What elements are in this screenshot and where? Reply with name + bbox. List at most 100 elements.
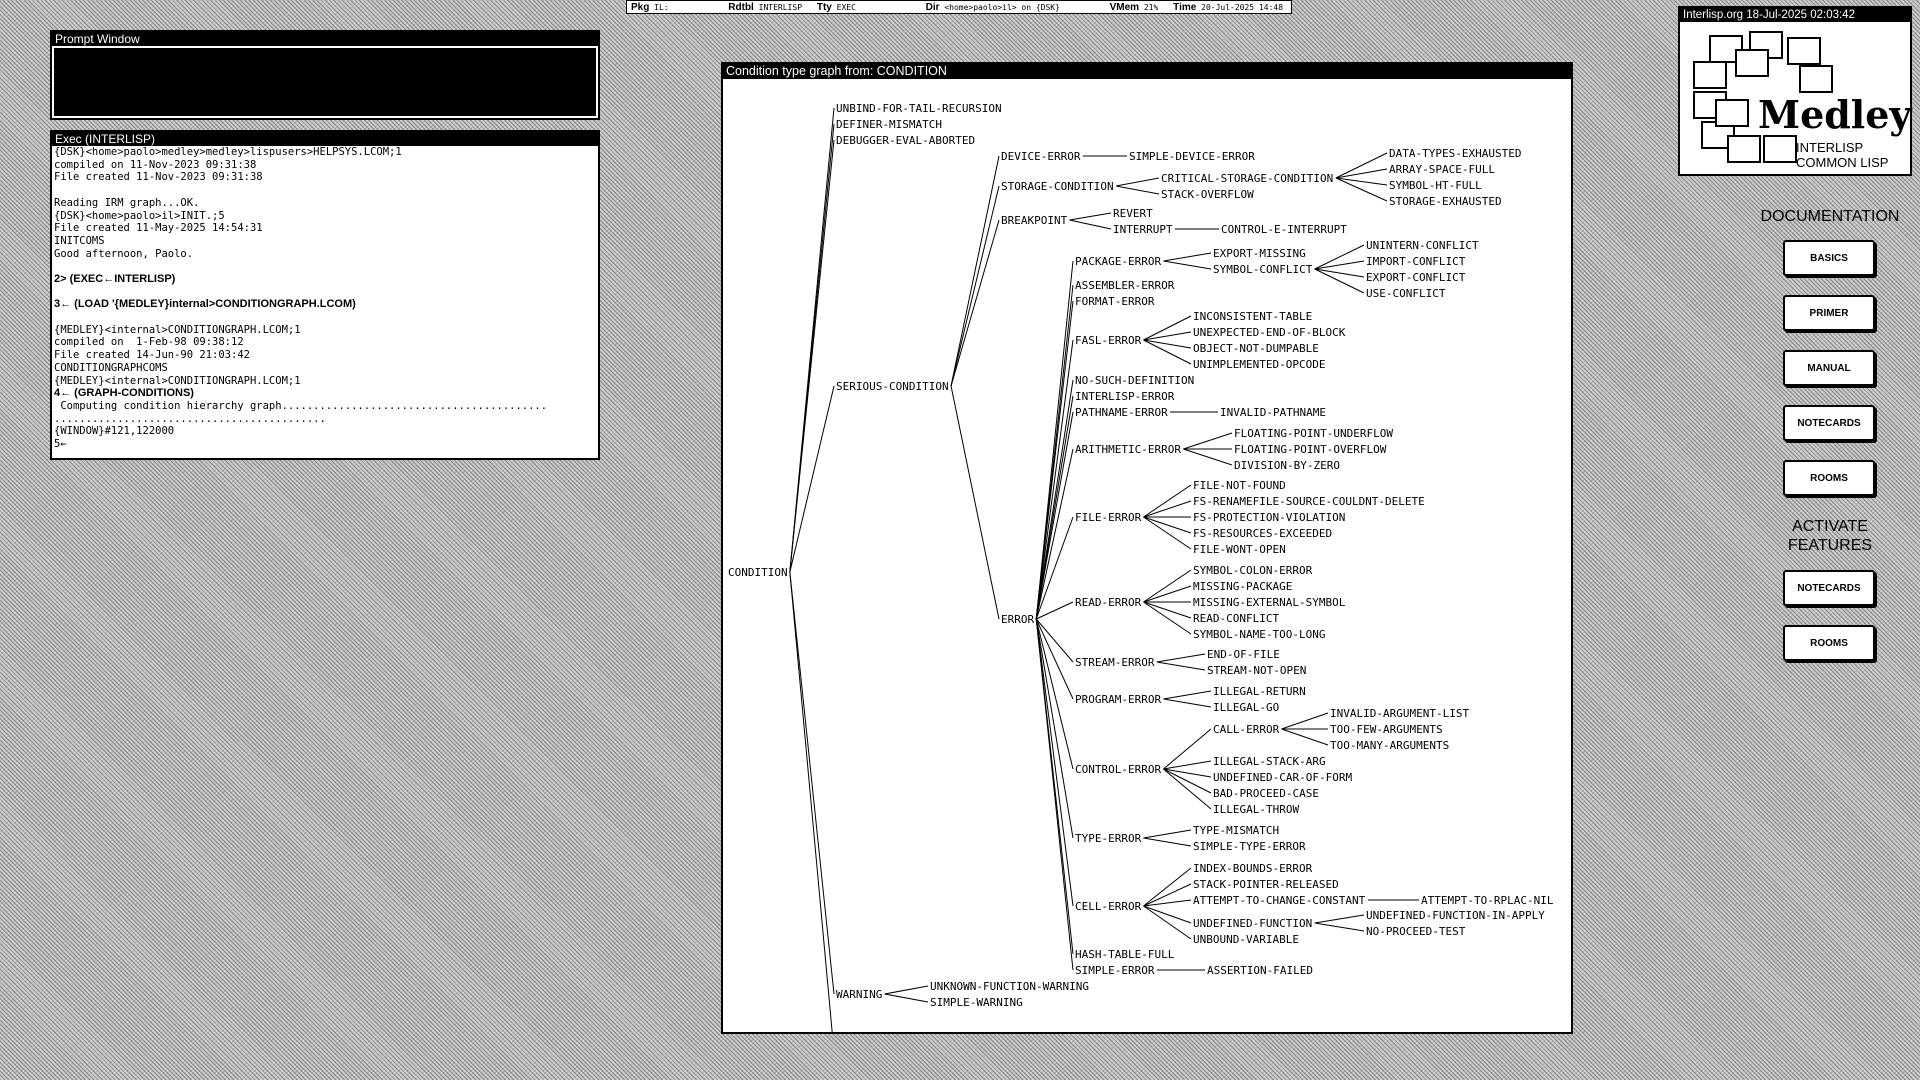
graph-node-too-many-arguments[interactable]: TOO-MANY-ARGUMENTS — [1330, 739, 1449, 752]
graph-node-stream-not-open[interactable]: STREAM-NOT-OPEN — [1207, 664, 1306, 677]
graph-node-format-error[interactable]: FORMAT-ERROR — [1075, 295, 1155, 308]
graph-node-error[interactable]: ERROR — [1001, 613, 1034, 626]
prompt-window[interactable]: Prompt Window — [50, 30, 600, 120]
graph-node-index-bounds-error[interactable]: INDEX-BOUNDS-ERROR — [1193, 862, 1313, 875]
graph-node-serious-condition[interactable]: SERIOUS-CONDITION — [836, 380, 949, 393]
graph-node-interrupt[interactable]: INTERRUPT — [1113, 223, 1173, 236]
graph-node-import-conflict[interactable]: IMPORT-CONFLICT — [1366, 255, 1466, 268]
graph-node-critical-storage-condition[interactable]: CRITICAL-STORAGE-CONDITION — [1161, 172, 1333, 185]
graph-node-storage-exhausted[interactable]: STORAGE-EXHAUSTED — [1389, 195, 1502, 208]
rooms-doc-button[interactable]: ROOMS — [1783, 460, 1875, 496]
condition-graph-window[interactable]: Condition type graph from: CONDITION CON… — [721, 62, 1573, 1034]
graph-node-end-of-file[interactable]: END-OF-FILE — [1207, 648, 1280, 661]
graph-node-invalid-argument-list[interactable]: INVALID-ARGUMENT-LIST — [1330, 707, 1469, 720]
graph-node-object-not-dumpable[interactable]: OBJECT-NOT-DUMPABLE — [1193, 342, 1319, 355]
graph-node-missing-package[interactable]: MISSING-PACKAGE — [1193, 580, 1292, 593]
graph-node-simple-error[interactable]: SIMPLE-ERROR — [1075, 964, 1155, 977]
manual-button[interactable]: MANUAL — [1783, 350, 1875, 386]
graph-node-export-conflict[interactable]: EXPORT-CONFLICT — [1366, 271, 1466, 284]
medley-logo-window[interactable]: Interlisp.org 18-Jul-2025 02:03:42 Medle… — [1678, 6, 1912, 176]
graph-node-package-error[interactable]: PACKAGE-ERROR — [1075, 255, 1161, 268]
graph-node-no-such-definition[interactable]: NO-SUCH-DEFINITION — [1075, 374, 1194, 387]
graph-node-unbound-variable[interactable]: UNBOUND-VARIABLE — [1193, 933, 1299, 946]
graph-node-read-error[interactable]: READ-ERROR — [1075, 596, 1142, 609]
graph-node-file-wont-open[interactable]: FILE-WONT-OPEN — [1193, 543, 1286, 556]
graph-node-unintern-conflict[interactable]: UNINTERN-CONFLICT — [1366, 239, 1479, 252]
graph-node-breakpoint[interactable]: BREAKPOINT — [1001, 214, 1068, 227]
graph-node-stack-pointer-released[interactable]: STACK-POINTER-RELEASED — [1193, 878, 1339, 891]
graph-node-illegal-throw[interactable]: ILLEGAL-THROW — [1213, 803, 1299, 816]
graph-node-warning[interactable]: WARNING — [836, 988, 882, 1001]
graph-node-control-error[interactable]: CONTROL-ERROR — [1075, 763, 1161, 776]
graph-node-data-types-exhausted[interactable]: DATA-TYPES-EXHAUSTED — [1389, 147, 1521, 160]
notecards-doc-button[interactable]: NOTECARDS — [1783, 405, 1875, 441]
graph-node-symbol-ht-full[interactable]: SYMBOL-HT-FULL — [1389, 179, 1482, 192]
graph-node-storage-condition[interactable]: STORAGE-CONDITION — [1001, 180, 1114, 193]
graph-node-type-error[interactable]: TYPE-ERROR — [1075, 832, 1142, 845]
graph-node-fs-protection-violation[interactable]: FS-PROTECTION-VIOLATION — [1193, 511, 1345, 524]
graph-node-use-conflict[interactable]: USE-CONFLICT — [1366, 287, 1446, 300]
graph-node-bad-proceed-case[interactable]: BAD-PROCEED-CASE — [1213, 787, 1319, 800]
graph-node-stack-overflow[interactable]: STACK-OVERFLOW — [1161, 188, 1254, 201]
graph-window-title[interactable]: Condition type graph from: CONDITION — [723, 64, 1571, 79]
graph-node-cell-error[interactable]: CELL-ERROR — [1075, 900, 1142, 913]
notecards-feature-button[interactable]: NOTECARDS — [1783, 570, 1875, 606]
graph-node-pathname-error[interactable]: PATHNAME-ERROR — [1075, 406, 1168, 419]
graph-node-definer-mismatch[interactable]: DEFINER-MISMATCH — [836, 118, 942, 131]
graph-node-simple-warning[interactable]: SIMPLE-WARNING — [930, 996, 1023, 1009]
graph-node-hash-table-full[interactable]: HASH-TABLE-FULL — [1075, 948, 1175, 961]
graph-node-missing-external-symbol[interactable]: MISSING-EXTERNAL-SYMBOL — [1193, 596, 1346, 609]
rooms-feature-button[interactable]: ROOMS — [1783, 625, 1875, 661]
graph-node-unknown-function-warning[interactable]: UNKNOWN-FUNCTION-WARNING — [930, 980, 1089, 993]
graph-node-type-mismatch[interactable]: TYPE-MISMATCH — [1193, 824, 1279, 837]
graph-node-arithmetic-error[interactable]: ARITHMETIC-ERROR — [1075, 443, 1181, 456]
graph-node-symbol-conflict[interactable]: SYMBOL-CONFLICT — [1213, 263, 1313, 276]
exec-output[interactable]: {DSK}<home>paolo>medley>medley>lispusers… — [52, 146, 598, 458]
graph-node-assembler-error[interactable]: ASSEMBLER-ERROR — [1075, 279, 1175, 292]
graph-node-condition[interactable]: CONDITION — [728, 566, 788, 579]
logo-window-title[interactable]: Interlisp.org 18-Jul-2025 02:03:42 — [1680, 8, 1910, 22]
graph-node-file-error[interactable]: FILE-ERROR — [1075, 511, 1142, 524]
graph-node-read-conflict[interactable]: READ-CONFLICT — [1193, 612, 1279, 625]
basics-button[interactable]: BASICS — [1783, 240, 1875, 276]
graph-node-symbol-name-too-long[interactable]: SYMBOL-NAME-TOO-LONG — [1193, 628, 1325, 641]
graph-node-call-error[interactable]: CALL-ERROR — [1213, 723, 1280, 736]
graph-node-invalid-pathname[interactable]: INVALID-PATHNAME — [1220, 406, 1326, 419]
graph-node-stream-error[interactable]: STREAM-ERROR — [1075, 656, 1155, 669]
graph-node-attempt-to-change-constant[interactable]: ATTEMPT-TO-CHANGE-CONSTANT — [1193, 894, 1366, 907]
graph-node-export-missing[interactable]: EXPORT-MISSING — [1213, 247, 1306, 260]
graph-node-undefined-car-of-form[interactable]: UNDEFINED-CAR-OF-FORM — [1213, 771, 1352, 784]
graph-node-too-few-arguments[interactable]: TOO-FEW-ARGUMENTS — [1330, 723, 1443, 736]
graph-node-fasl-error[interactable]: FASL-ERROR — [1075, 334, 1142, 347]
graph-node-undefined-function-in-apply[interactable]: UNDEFINED-FUNCTION-IN-APPLY — [1366, 909, 1545, 922]
graph-node-floating-point-overflow[interactable]: FLOATING-POINT-OVERFLOW — [1234, 443, 1387, 456]
graph-node-unexpected-end-of-block[interactable]: UNEXPECTED-END-OF-BLOCK — [1193, 326, 1346, 339]
graph-node-symbol-colon-error[interactable]: SYMBOL-COLON-ERROR — [1193, 564, 1313, 577]
graph-node-simple-device-error[interactable]: SIMPLE-DEVICE-ERROR — [1129, 150, 1255, 163]
graph-node-unbind-for-tail-recursion[interactable]: UNBIND-FOR-TAIL-RECURSION — [836, 102, 1002, 115]
prompt-window-body[interactable] — [54, 48, 596, 116]
graph-node-floating-point-underflow[interactable]: FLOATING-POINT-UNDERFLOW — [1234, 427, 1393, 440]
graph-node-illegal-stack-arg[interactable]: ILLEGAL-STACK-ARG — [1213, 755, 1326, 768]
graph-node-unimplemented-opcode[interactable]: UNIMPLEMENTED-OPCODE — [1193, 358, 1325, 371]
exec-window-title[interactable]: Exec (INTERLISP) — [52, 132, 598, 146]
graph-node-program-error[interactable]: PROGRAM-ERROR — [1075, 693, 1161, 706]
condition-graph[interactable]: CONDITION UNBIND-FOR-TAIL-RECURSION DEFINE… — [723, 79, 1571, 1032]
graph-node-inconsistent-table[interactable]: INCONSISTENT-TABLE — [1193, 310, 1312, 323]
graph-node-file-not-found[interactable]: FILE-NOT-FOUND — [1193, 479, 1286, 492]
graph-node-assertion-failed[interactable]: ASSERTION-FAILED — [1207, 964, 1313, 977]
graph-node-undefined-function[interactable]: UNDEFINED-FUNCTION — [1193, 917, 1312, 930]
prompt-window-title[interactable]: Prompt Window — [52, 32, 598, 46]
graph-node-array-space-full[interactable]: ARRAY-SPACE-FULL — [1389, 163, 1495, 176]
graph-node-attempt-to-rplac-nil[interactable]: ATTEMPT-TO-RPLAC-NIL — [1421, 894, 1554, 907]
graph-node-fs-resources-exceeded[interactable]: FS-RESOURCES-EXCEEDED — [1193, 527, 1332, 540]
primer-button[interactable]: PRIMER — [1783, 295, 1875, 331]
graph-node-device-error[interactable]: DEVICE-ERROR — [1001, 150, 1081, 163]
graph-node-debugger-eval-aborted[interactable]: DEBUGGER-EVAL-ABORTED — [836, 134, 975, 147]
graph-node-fs-renamefile-source-couldnt-delete[interactable]: FS-RENAMEFILE-SOURCE-COULDNT-DELETE — [1193, 495, 1425, 508]
graph-node-revert[interactable]: REVERT — [1113, 207, 1153, 220]
graph-node-simple-type-error[interactable]: SIMPLE-TYPE-ERROR — [1193, 840, 1306, 853]
exec-window[interactable]: Exec (INTERLISP) {DSK}<home>paolo>medley… — [50, 130, 600, 460]
graph-node-control-e-interrupt[interactable]: CONTROL-E-INTERRUPT — [1221, 223, 1347, 236]
graph-node-illegal-return[interactable]: ILLEGAL-RETURN — [1213, 685, 1306, 698]
